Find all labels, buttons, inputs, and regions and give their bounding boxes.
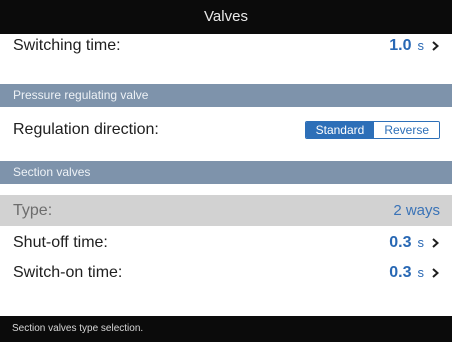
section-header-section-valves: Section valves — [0, 161, 452, 184]
type-row[interactable]: Type: 2 ways — [0, 195, 452, 226]
type-value: 2 ways — [393, 202, 440, 219]
status-bar: Section valves type selection. — [0, 316, 452, 342]
switchon-time-row[interactable]: Switch-on time: 0.3 s — [0, 258, 452, 288]
switching-time-label: Switching time: — [13, 37, 121, 54]
switching-time-value: 1.0 s — [389, 37, 424, 54]
shutoff-time-value: 0.3 s — [389, 234, 424, 251]
chevron-right-icon[interactable] — [431, 267, 440, 279]
type-label: Type: — [13, 201, 53, 219]
regulation-direction-row: Regulation direction: Standard Reverse — [0, 107, 452, 153]
regulation-direction-label: Regulation direction: — [13, 121, 159, 138]
shutoff-time-label: Shut-off time: — [13, 234, 108, 251]
switchon-time-value: 0.3 s — [389, 264, 424, 281]
switchon-time-label: Switch-on time: — [13, 264, 123, 281]
window-title: Valves — [0, 0, 452, 34]
switching-time-row[interactable]: Switching time: 1.0 s — [0, 34, 452, 58]
reverse-option[interactable]: Reverse — [374, 122, 439, 138]
shutoff-time-row[interactable]: Shut-off time: 0.3 s — [0, 228, 452, 258]
regulation-direction-toggle[interactable]: Standard Reverse — [304, 121, 440, 139]
chevron-right-icon[interactable] — [431, 237, 440, 249]
chevron-right-icon[interactable] — [431, 40, 440, 52]
section-header-pressure-regulating-valve: Pressure regulating valve — [0, 84, 452, 107]
standard-option[interactable]: Standard — [305, 122, 375, 138]
